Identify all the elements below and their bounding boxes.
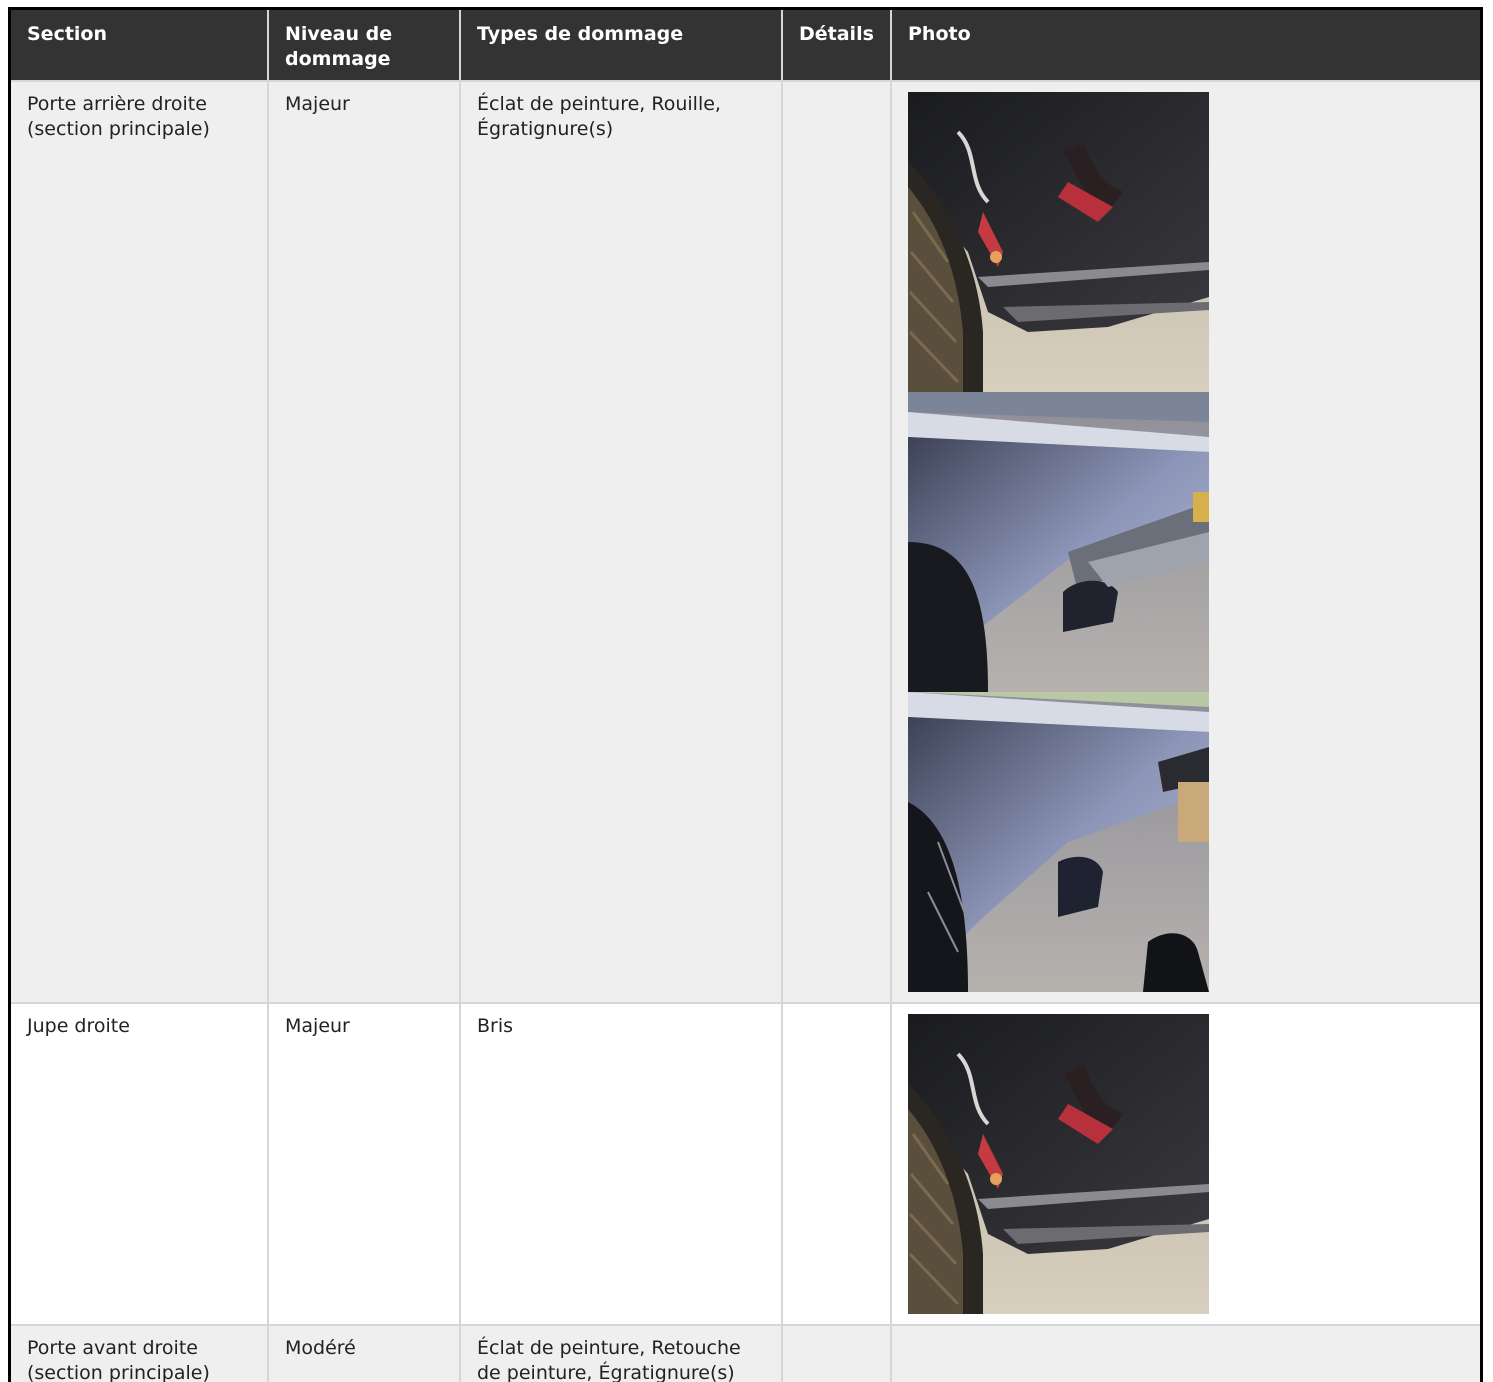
cell-details bbox=[782, 1324, 892, 1382]
table-row: Jupe droite Majeur Bris bbox=[11, 1002, 1480, 1325]
damage-report-frame: Section Niveau de dommage Types de domma… bbox=[8, 7, 1483, 1382]
cell-level: Modéré bbox=[268, 1324, 461, 1382]
door-handle-reflection-photo[interactable] bbox=[908, 692, 1209, 992]
cell-section: Porte arrière droite (section principale… bbox=[11, 80, 269, 1003]
cell-photos bbox=[891, 80, 1480, 1003]
table-header-row: Section Niveau de dommage Types de domma… bbox=[11, 10, 1480, 81]
table-row: Porte arrière droite (section principale… bbox=[11, 80, 1480, 1003]
header-section: Section bbox=[11, 10, 269, 81]
cell-details bbox=[782, 80, 892, 1003]
header-details: Détails bbox=[782, 10, 892, 81]
tire-scratch-photo[interactable] bbox=[908, 1014, 1209, 1314]
cell-types: Éclat de peinture, Rouille, Égratignure(… bbox=[460, 80, 783, 1003]
cell-types: Bris bbox=[460, 1002, 783, 1325]
cell-section: Jupe droite bbox=[11, 1002, 269, 1325]
cell-photos bbox=[891, 1324, 1480, 1382]
cell-level: Majeur bbox=[268, 1002, 461, 1325]
header-types: Types de dommage bbox=[460, 10, 783, 81]
cell-section: Porte avant droite (section principale) bbox=[11, 1324, 269, 1382]
door-reflection-photo[interactable] bbox=[908, 392, 1209, 692]
cell-level: Majeur bbox=[268, 80, 461, 1003]
tire-scratch-photo[interactable] bbox=[908, 92, 1209, 392]
header-level: Niveau de dommage bbox=[268, 10, 461, 81]
damage-table: Section Niveau de dommage Types de domma… bbox=[11, 10, 1480, 1382]
header-photo: Photo bbox=[891, 10, 1480, 81]
cell-photos bbox=[891, 1002, 1480, 1325]
cell-details bbox=[782, 1002, 892, 1325]
table-row: Porte avant droite (section principale) … bbox=[11, 1324, 1480, 1382]
cell-types: Éclat de peinture, Retouche de peinture,… bbox=[460, 1324, 783, 1382]
